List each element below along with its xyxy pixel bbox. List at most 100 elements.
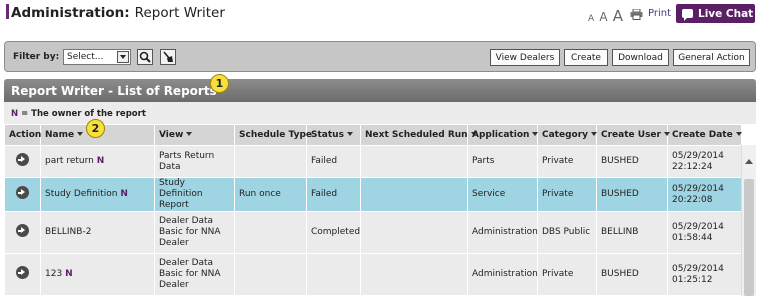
table-row[interactable]: 123 N Dealer Data Basic for NNA Dealer A… xyxy=(4,253,742,296)
column-label: Name xyxy=(45,130,75,140)
reports-table: Action Name View Schedule Type Status Ne… xyxy=(4,124,742,296)
create-button[interactable]: Create xyxy=(564,49,608,66)
cell-view: Dealer Data Basic for NNA Dealer xyxy=(154,211,235,254)
page-title: Administration: Report Writer xyxy=(6,4,225,21)
owner-mark: N xyxy=(120,189,128,199)
column-label: View xyxy=(159,130,184,140)
report-name[interactable]: BELLINB-2 xyxy=(45,227,91,237)
sort-caret-icon xyxy=(591,132,598,136)
cell-category: Private xyxy=(537,145,597,178)
cell-application: Parts xyxy=(467,145,538,178)
column-header-view[interactable]: View xyxy=(154,124,235,146)
cell-category: DBS Public xyxy=(537,211,597,254)
chevron-down-icon xyxy=(117,51,129,63)
owner-mark: N xyxy=(96,156,105,166)
owner-legend-mark: N xyxy=(11,109,19,119)
column-label: Create User xyxy=(601,130,661,140)
cell-create-date: 05/29/2014 22:12:24 xyxy=(667,145,742,178)
section-header: Report Writer - List of Reports xyxy=(4,79,756,102)
filter-toolbar: Filter by: Select... View Dealers Create… xyxy=(4,41,756,72)
cell-create-user: BUSHED xyxy=(596,177,668,212)
broom-icon xyxy=(163,51,173,62)
go-arrow-icon[interactable] xyxy=(16,266,29,279)
cell-action xyxy=(4,177,41,212)
column-header-action: Action xyxy=(4,124,41,146)
callout-marker-2: 2 xyxy=(86,119,105,138)
go-arrow-icon[interactable] xyxy=(16,186,29,199)
page-title-page: Report Writer xyxy=(134,5,225,21)
owner-legend-text: = The owner of the report xyxy=(21,109,146,119)
search-icon xyxy=(139,51,151,63)
table-row[interactable]: part return N Parts Return Data Failed P… xyxy=(4,145,742,178)
column-label: Application xyxy=(472,130,530,140)
cell-schedule-type xyxy=(234,145,307,178)
printer-icon[interactable] xyxy=(630,9,643,20)
column-header-create-date[interactable]: Create Date xyxy=(667,124,742,146)
cell-create-date: 05/29/2014 01:25:12 xyxy=(667,253,742,296)
column-label: Next Scheduled Run xyxy=(365,130,468,140)
column-label: Status xyxy=(311,130,344,140)
font-size-controls: A A A xyxy=(588,7,625,25)
cell-create-user: BELLINB xyxy=(596,211,668,254)
cell-application: Administration xyxy=(467,211,538,254)
cell-view: Study Definition Report xyxy=(154,177,235,212)
print-link[interactable]: Print xyxy=(648,8,671,19)
font-size-large[interactable]: A xyxy=(613,7,623,25)
view-dealers-button[interactable]: View Dealers xyxy=(490,49,560,66)
font-size-medium[interactable]: A xyxy=(599,10,607,24)
cell-view: Dealer Data Basic for NNA Dealer xyxy=(154,253,235,296)
cell-next-run xyxy=(360,145,468,178)
cell-application: Service xyxy=(467,177,538,212)
cell-schedule-type xyxy=(234,211,307,254)
cell-view: Parts Return Data xyxy=(154,145,235,178)
cell-create-user: BUSHED xyxy=(596,253,668,296)
sort-caret-icon xyxy=(532,132,539,136)
title-accent-bar xyxy=(6,4,9,19)
live-chat-button[interactable]: Live Chat xyxy=(676,4,755,23)
report-name[interactable]: part return xyxy=(45,156,94,166)
column-header-next-run[interactable]: Next Scheduled Run xyxy=(360,124,477,146)
report-name[interactable]: Study Definition xyxy=(45,189,117,199)
cell-next-run xyxy=(360,177,468,212)
scroll-up-arrow-icon[interactable] xyxy=(745,159,753,164)
column-header-application[interactable]: Application xyxy=(467,124,539,146)
cell-name[interactable]: 123 N xyxy=(40,253,155,296)
column-header-schedule-type[interactable]: Schedule Type xyxy=(234,124,312,146)
scroll-thumb[interactable] xyxy=(744,179,754,296)
search-button[interactable] xyxy=(137,49,153,65)
clear-filter-button[interactable] xyxy=(160,49,176,65)
go-arrow-icon[interactable] xyxy=(16,153,29,166)
column-label: Category xyxy=(542,130,589,140)
report-name[interactable]: 123 xyxy=(45,269,62,279)
column-header-create-user[interactable]: Create User xyxy=(596,124,670,146)
cell-action xyxy=(4,145,41,178)
cell-action xyxy=(4,253,41,296)
cell-action xyxy=(4,211,41,254)
cell-name[interactable]: BELLINB-2 xyxy=(40,211,155,254)
cell-category: Private xyxy=(537,253,597,296)
download-button[interactable]: Download xyxy=(612,49,669,66)
cell-create-date: 05/29/2014 01:58:44 xyxy=(667,211,742,254)
table-row[interactable]: Study Definition N Study Definition Repo… xyxy=(4,177,742,212)
font-size-small[interactable]: A xyxy=(588,14,594,24)
cell-create-date: 05/29/2014 20:22:08 xyxy=(667,177,742,212)
column-header-category[interactable]: Category xyxy=(537,124,598,146)
table-row[interactable]: BELLINB-2 Dealer Data Basic for NNA Deal… xyxy=(4,211,742,254)
go-arrow-icon[interactable] xyxy=(16,224,29,237)
column-header-status[interactable]: Status xyxy=(306,124,361,146)
cell-schedule-type xyxy=(234,253,307,296)
callout-marker-1: 1 xyxy=(210,74,229,93)
sort-caret-icon xyxy=(663,132,670,136)
filter-select[interactable]: Select... xyxy=(63,49,131,65)
cell-name[interactable]: Study Definition N xyxy=(40,177,155,212)
sort-caret-icon xyxy=(186,132,193,136)
general-action-button[interactable]: General Action xyxy=(673,49,750,66)
cell-create-user: BUSHED xyxy=(596,145,668,178)
cell-status: Failed xyxy=(306,145,361,178)
page-title-section: Administration: xyxy=(11,5,130,21)
sort-caret-icon xyxy=(735,132,742,136)
cell-status: Completed xyxy=(306,211,361,254)
cell-name[interactable]: part return N xyxy=(40,145,155,178)
cell-status: Failed xyxy=(306,177,361,212)
table-scrollbar[interactable] xyxy=(741,145,756,296)
